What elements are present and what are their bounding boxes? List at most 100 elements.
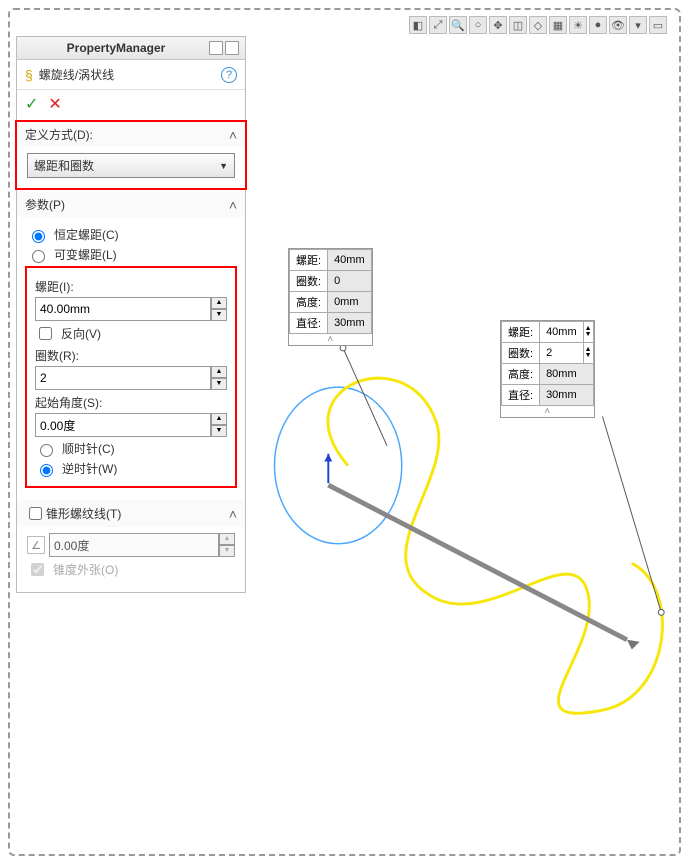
c1-height-label: 高度: — [290, 292, 328, 313]
pan-icon[interactable]: ✥ — [489, 16, 507, 34]
radio-constant[interactable] — [32, 230, 45, 243]
reverse-check[interactable]: 反向(V) — [35, 324, 227, 343]
definition-combo-value: 螺距和圈数 — [34, 157, 94, 174]
c1-rev-label: 圈数: — [290, 271, 328, 292]
callout-end[interactable]: 螺距: 40mm ▲▼ 圈数: 2 ▲▼ 高度:80mm 直径:30mm ˄ — [500, 320, 595, 418]
tapered-label: 锥形螺纹线(T) — [46, 505, 229, 522]
leader-2 — [602, 417, 661, 613]
magnify-icon[interactable]: ○ — [469, 16, 487, 34]
cancel-button[interactable]: ✕ — [48, 94, 61, 114]
pitch-down-button[interactable]: ▼ — [211, 309, 227, 321]
rev-up-button[interactable]: ▲ — [211, 366, 227, 378]
confirm-bar: ✓ ✕ — [17, 90, 245, 118]
radio-ccw[interactable] — [40, 464, 53, 477]
definition-combo[interactable]: 螺距和圈数 ▼ — [27, 153, 235, 178]
angle-down-button[interactable]: ▼ — [211, 425, 227, 437]
appearance-icon[interactable]: ● — [589, 16, 607, 34]
leader-2-handle[interactable] — [658, 609, 664, 615]
tapered-header[interactable]: 锥形螺纹线(T) ˄ — [17, 500, 245, 527]
pm-feature-header: § 螺旋线/涡状线 ? — [17, 60, 245, 90]
definition-header[interactable]: 定义方式(D): ˄ — [17, 122, 245, 147]
c1-rev-val: 0 — [328, 271, 372, 292]
c2-pitch-spin[interactable]: ▲▼ — [583, 322, 593, 343]
revolutions-input[interactable] — [35, 366, 211, 390]
start-angle-spinner: ▲▼ — [35, 413, 227, 437]
c2-dia-val: 30mm — [540, 385, 594, 406]
helix-preview-svg — [250, 36, 671, 846]
chevron-up-icon: ˄ — [229, 506, 237, 522]
pm-options-icon[interactable] — [209, 41, 223, 55]
taper-outward-label: 锥度外张(O) — [53, 561, 118, 578]
pm-pin-icon[interactable] — [225, 41, 239, 55]
tapered-checkbox[interactable] — [29, 507, 42, 520]
revolutions-spinner: ▲▼ — [35, 366, 227, 390]
orientation-icon[interactable]: ◇ — [529, 16, 547, 34]
rev-down-button[interactable]: ▼ — [211, 378, 227, 390]
pitch-spinner: ▲▼ — [35, 297, 227, 321]
display-style-icon[interactable]: ▦ — [549, 16, 567, 34]
ok-button[interactable]: ✓ — [25, 94, 38, 114]
reverse-checkbox[interactable] — [39, 327, 52, 340]
help-icon[interactable]: ? — [221, 67, 237, 83]
graphics-viewport[interactable] — [250, 36, 671, 846]
c1-dia-label: 直径: — [290, 313, 328, 334]
pitch-variable-radio[interactable]: 可变螺距(L) — [27, 246, 235, 263]
radio-cw-label: 顺时针(C) — [62, 440, 115, 457]
start-angle-label: 起始角度(S): — [35, 394, 227, 411]
dropdown-icon[interactable]: ▾ — [629, 16, 647, 34]
hide-show-icon[interactable]: 👁 — [609, 16, 627, 34]
view-mode-icon[interactable]: ◧ — [409, 16, 427, 34]
c2-height-val: 80mm — [540, 364, 594, 385]
taper-outward-checkbox — [31, 563, 44, 576]
helix-curve — [328, 378, 663, 713]
pitch-constant-radio[interactable]: 恒定螺距(C) — [27, 226, 235, 243]
c2-rev-val[interactable]: 2 — [540, 343, 584, 364]
section-icon[interactable]: ◫ — [509, 16, 527, 34]
zoom-area-icon[interactable]: 🔍 — [449, 16, 467, 34]
taper-angle-row: ∠ ▲▼ — [27, 533, 235, 557]
taper-down-button: ▼ — [219, 545, 235, 557]
c2-pitch-val[interactable]: 40mm — [540, 322, 584, 343]
helix-icon: § — [25, 67, 33, 83]
radio-constant-label: 恒定螺距(C) — [54, 226, 119, 243]
c2-rev-label: 圈数: — [502, 343, 540, 364]
callout-start[interactable]: 螺距:40mm 圈数:0 高度:0mm 直径:30mm ˄ — [288, 248, 373, 346]
chevron-down-icon: ▼ — [219, 161, 228, 171]
c1-height-val: 0mm — [328, 292, 372, 313]
axis-rod — [328, 485, 627, 640]
radio-variable[interactable] — [32, 250, 45, 263]
chevron-up-icon: ˄ — [229, 197, 237, 213]
zoom-fit-icon[interactable]: ⤢ — [429, 16, 447, 34]
scene-icon[interactable]: ☀ — [569, 16, 587, 34]
pm-feature-name: 螺旋线/涡状线 — [39, 66, 114, 83]
taper-angle-input — [49, 533, 219, 557]
chevron-up-icon[interactable]: ˄ — [289, 334, 372, 345]
chevron-up-icon[interactable]: ˄ — [501, 406, 594, 417]
radio-cw[interactable] — [40, 444, 53, 457]
pitch-up-button[interactable]: ▲ — [211, 297, 227, 309]
pitch-input[interactable] — [35, 297, 211, 321]
chevron-up-icon: ˄ — [229, 127, 237, 143]
angle-up-button[interactable]: ▲ — [211, 413, 227, 425]
leader-1 — [343, 348, 387, 446]
ccw-radio[interactable]: 逆时针(W) — [35, 460, 227, 477]
revolutions-label: 圈数(R): — [35, 347, 227, 364]
c2-rev-spin[interactable]: ▲▼ — [583, 343, 593, 364]
params-header[interactable]: 参数(P) ˄ — [17, 192, 245, 217]
pitch-label: 螺距(I): — [35, 278, 227, 295]
start-angle-input[interactable] — [35, 413, 211, 437]
radio-ccw-label: 逆时针(W) — [62, 460, 117, 477]
taper-outward-check: 锥度外张(O) — [27, 560, 235, 579]
collapse-icon[interactable]: ▭ — [649, 16, 667, 34]
cw-radio[interactable]: 顺时针(C) — [35, 440, 227, 457]
angle-icon: ∠ — [27, 536, 45, 554]
axis-end-icon — [627, 640, 640, 650]
view-toolbar: ◧ ⤢ 🔍 ○ ✥ ◫ ◇ ▦ ☀ ● 👁 ▾ ▭ — [409, 16, 667, 34]
c2-dia-label: 直径: — [502, 385, 540, 406]
pm-title-text: PropertyManager — [23, 41, 209, 55]
params-label: 参数(P) — [25, 196, 65, 213]
taper-up-button: ▲ — [219, 533, 235, 545]
params-highlight: 螺距(I): ▲▼ 反向(V) 圈数(R): ▲▼ 起始角度(S): ▲▼ 顺时 — [25, 266, 237, 488]
radio-variable-label: 可变螺距(L) — [54, 246, 117, 263]
start-circle — [274, 387, 401, 544]
